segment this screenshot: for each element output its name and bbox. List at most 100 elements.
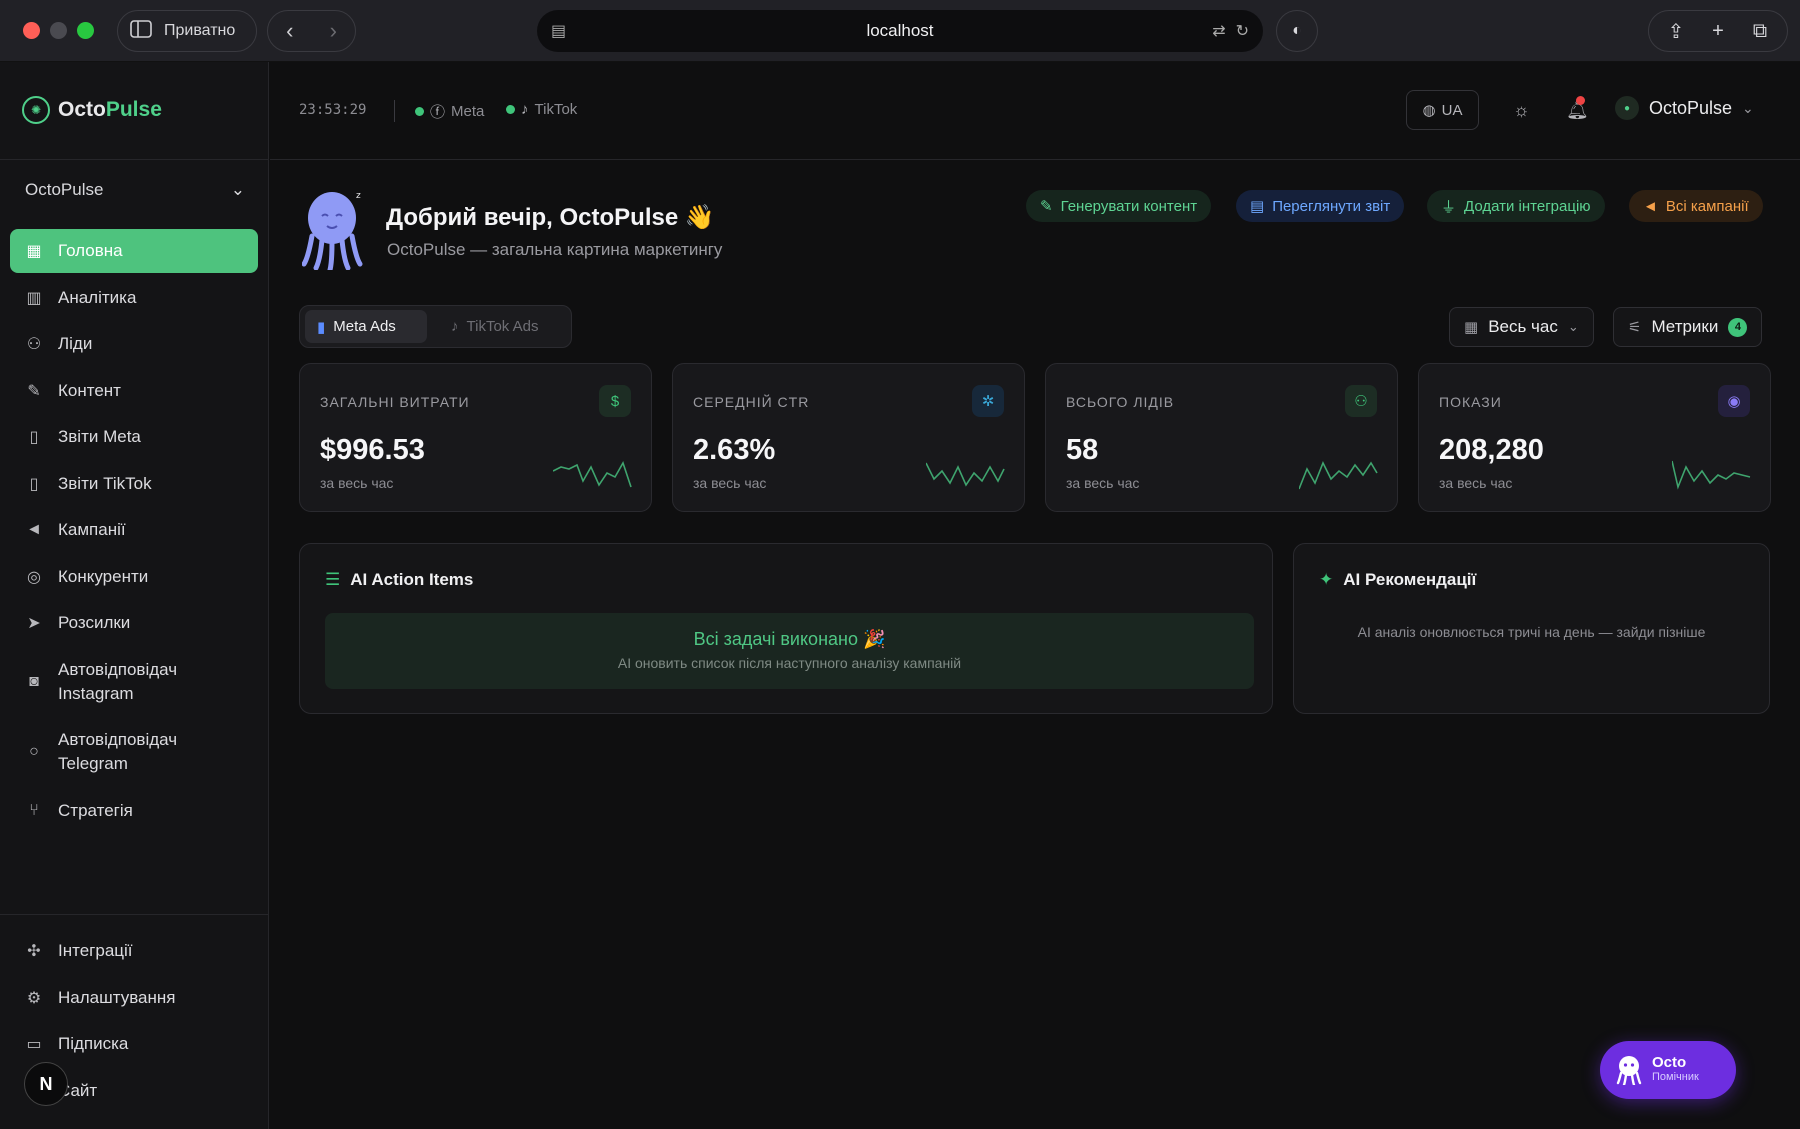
kpi-card-leads: ВСЬОГО ЛІДІВ ⚇ 58 за весь час: [1045, 363, 1398, 512]
octopus-mascot-icon: z: [302, 191, 363, 270]
panel-title-text: AI Action Items: [350, 570, 474, 589]
octo-assistant-button[interactable]: Octo Помічник: [1600, 1041, 1736, 1099]
user-menu[interactable]: ● OctoPulse ⌄: [1615, 96, 1754, 120]
kpi-card-ctr: СЕРЕДНІЙ CTR ✲ 2.63% за весь час: [672, 363, 1025, 512]
address-bar[interactable]: ▤ localhost ⇄ ↻: [537, 10, 1263, 52]
all-done-title: Всі задачі виконано 🎉: [693, 629, 886, 649]
sidebar-item-settings[interactable]: ⚙ Налаштування: [10, 976, 258, 1020]
sparkles-icon: ✦: [1319, 570, 1334, 589]
panel-title-text: AI Рекомендації: [1343, 570, 1477, 589]
puzzle-icon: ✣: [27, 943, 41, 960]
sidebar-item-instagram-autoreply[interactable]: ◙ Автовідповідач Instagram: [10, 648, 258, 716]
tiktok-connection-status: ♪ TikTok: [506, 101, 577, 118]
sidebar-item-tiktok-reports[interactable]: ▯ Звіти TikTok: [10, 462, 258, 506]
period-select[interactable]: ▦ Весь час ⌄: [1449, 307, 1594, 347]
sparkline: [926, 462, 1005, 487]
sidebar-item-telegram-autoreply[interactable]: ○ Автовідповідач Telegram: [10, 718, 258, 786]
sidebar-item-label: Звіти Meta: [58, 427, 141, 446]
globe-icon: ◍: [1422, 102, 1436, 119]
sidebar-divider: [0, 159, 269, 160]
reader-icon[interactable]: ▤: [551, 21, 566, 41]
connection-label: TikTok: [534, 101, 578, 118]
sidebar-item-campaigns[interactable]: ◄ Кампанії: [10, 508, 258, 552]
kpi-period: за весь час: [320, 475, 394, 491]
megaphone-icon: ◄: [1643, 197, 1658, 215]
tab-tiktok-ads[interactable]: ♪ TikTok Ads: [439, 310, 550, 343]
sidebar-item-subscription[interactable]: ▭ Підписка: [10, 1022, 258, 1066]
user-name: OctoPulse: [1649, 97, 1733, 118]
back-icon[interactable]: ‹: [286, 18, 293, 44]
kpi-value: 208,280: [1439, 434, 1544, 466]
users-icon: ⚇: [1345, 385, 1377, 417]
sidebar-item-label: Аналітика: [58, 287, 137, 307]
sidebar-item-leads[interactable]: ⚇ Ліди: [10, 322, 258, 366]
metrics-label: Метрики: [1651, 317, 1719, 336]
sidebar-item-strategy[interactable]: ⑂ Стратегія: [10, 789, 258, 833]
generate-content-button[interactable]: ✎ Генерувати контент: [1026, 190, 1212, 222]
status-dot: [506, 105, 515, 114]
avatar: ●: [1615, 96, 1639, 120]
tabs-overview-icon[interactable]: ⧉: [1739, 11, 1781, 51]
url-text: localhost: [866, 21, 934, 40]
sidebar-item-meta-reports[interactable]: ▯ Звіти Meta: [10, 415, 258, 459]
add-integration-button[interactable]: ⏚ Додати інтеграцію: [1427, 190, 1605, 222]
logo-text-pulse: Pulse: [105, 98, 162, 121]
cursor-click-icon: ✲: [972, 385, 1004, 417]
ai-action-items-panel: ☰ AI Action Items Всі задачі виконано 🎉 …: [299, 543, 1273, 714]
theme-toggle-icon[interactable]: ☼: [1513, 100, 1530, 121]
private-label: Приватно: [164, 22, 236, 39]
all-done-message: Всі задачі виконано 🎉 AI оновить список …: [325, 613, 1254, 689]
header-divider: [394, 100, 395, 122]
reload-icon[interactable]: ↻: [1236, 21, 1249, 41]
minimize-window-button[interactable]: [50, 22, 67, 39]
sidebar-item-home[interactable]: ▦ Головна: [10, 229, 258, 273]
sidebar-item-integrations[interactable]: ✣ Інтеграції: [10, 929, 258, 973]
tab-label: TikTok Ads: [466, 318, 539, 335]
workspace-switcher[interactable]: OctoPulse ⌄: [25, 180, 245, 200]
tab-meta-ads[interactable]: ▮ Meta Ads: [305, 310, 427, 343]
translate-icon[interactable]: ⇄: [1212, 21, 1225, 41]
sidebar-item-competitors[interactable]: ◎ Конкуренти: [10, 555, 258, 599]
view-report-button[interactable]: ▤ Переглянути звіт: [1236, 190, 1405, 222]
close-window-button[interactable]: [23, 22, 40, 39]
language-switcher[interactable]: ◍ UA: [1406, 90, 1479, 130]
private-tab-button[interactable]: Приватно: [117, 10, 257, 52]
sidebar-toggle-icon: [130, 19, 152, 43]
assistant-name: Octo: [1652, 1054, 1687, 1071]
calendar-icon: ▦: [1464, 319, 1479, 336]
sidebar-item-mailings[interactable]: ➤ Розсилки: [10, 601, 258, 645]
sidebar-item-content[interactable]: ✎ Контент: [10, 369, 258, 413]
history-nav: ‹ ›: [267, 10, 356, 52]
assistant-role: Помічник: [1652, 1071, 1699, 1083]
recommendations-empty-text: AI аналіз оновлюється тричі на день — за…: [1357, 624, 1706, 640]
gear-icon: ⚙: [26, 989, 42, 1007]
logo-text-octo: Octo: [58, 98, 106, 121]
checklist-icon: ☰: [325, 570, 341, 589]
all-campaigns-button[interactable]: ◄ Всі кампанії: [1629, 190, 1763, 222]
document-icon: ▯: [29, 429, 39, 446]
chevron-down-icon: ⌄: [230, 180, 245, 199]
kpi-value: $996.53: [320, 434, 425, 466]
notification-badge: [1576, 96, 1585, 105]
tab-label: Meta Ads: [333, 318, 396, 335]
privacy-shield-button[interactable]: ◐: [1276, 10, 1318, 52]
share-icon[interactable]: ⇪: [1655, 11, 1697, 51]
pencil-icon: ✎: [27, 382, 41, 400]
new-tab-icon[interactable]: +: [1697, 11, 1739, 51]
sidebar-item-analytics[interactable]: ▥ Аналітика: [10, 276, 258, 320]
metrics-button[interactable]: ⚟ Метрики 4: [1613, 307, 1763, 347]
sidebar-item-label: Кампанії: [58, 520, 126, 539]
kpi-label: ЗАГАЛЬНІ ВИТРАТИ: [320, 394, 470, 410]
workspace-name: OctoPulse: [25, 180, 104, 199]
app-logo[interactable]: ✺ OctoPulse: [22, 96, 162, 124]
tiktok-icon: ♪: [521, 101, 529, 118]
shield-icon: ◐: [1292, 22, 1302, 39]
nextjs-dev-badge[interactable]: N: [24, 1062, 68, 1106]
dollar-icon: $: [599, 385, 631, 417]
card-icon: ▭: [26, 1036, 42, 1053]
grid-icon: ▦: [26, 243, 42, 260]
forward-icon[interactable]: ›: [330, 18, 337, 44]
zoom-window-button[interactable]: [77, 22, 94, 39]
button-label: Всі кампанії: [1665, 197, 1749, 215]
users-icon: ⚇: [26, 336, 42, 353]
